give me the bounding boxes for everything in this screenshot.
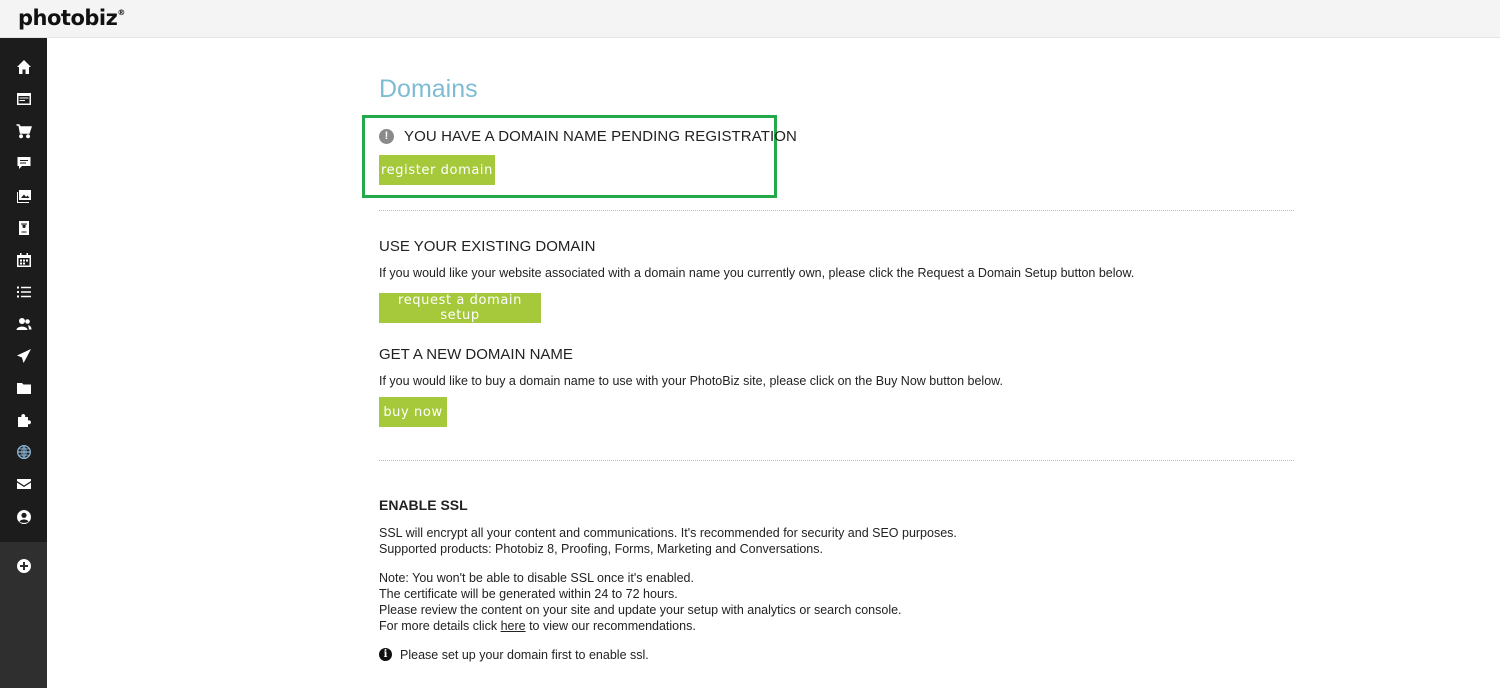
chat-icon[interactable] bbox=[14, 153, 34, 173]
page-title: Domains bbox=[379, 75, 478, 103]
puzzle-icon[interactable] bbox=[14, 410, 34, 430]
warning-icon: ! bbox=[379, 129, 394, 144]
divider bbox=[379, 210, 1294, 211]
new-domain-heading: GET A NEW DOMAIN NAME bbox=[379, 346, 573, 363]
recommendations-link[interactable]: here bbox=[501, 619, 526, 633]
pending-registration-message: YOU HAVE A DOMAIN NAME PENDING REGISTRAT… bbox=[404, 128, 797, 145]
mail-icon[interactable] bbox=[14, 474, 34, 494]
sidebar bbox=[0, 38, 47, 688]
info-icon: i bbox=[379, 648, 392, 661]
add-icon[interactable] bbox=[14, 556, 34, 576]
register-domain-button[interactable]: register domain bbox=[379, 155, 495, 185]
ssl-info-message: Please set up your domain first to enabl… bbox=[400, 648, 649, 662]
ssl-note-2: The certificate will be generated within… bbox=[379, 587, 678, 601]
contacts-icon[interactable] bbox=[14, 314, 34, 334]
ssl-line-1: SSL will encrypt all your content and co… bbox=[379, 526, 957, 540]
website-icon[interactable] bbox=[14, 89, 34, 109]
home-icon[interactable] bbox=[14, 57, 34, 77]
globe-icon[interactable] bbox=[14, 442, 34, 462]
divider bbox=[379, 460, 1294, 461]
folder-icon[interactable] bbox=[14, 378, 34, 398]
photobiz-logo[interactable]: photobiz® bbox=[18, 6, 125, 30]
sidebar-bottom-section bbox=[0, 542, 47, 688]
send-icon[interactable] bbox=[14, 346, 34, 366]
top-bar: photobiz® bbox=[0, 0, 1500, 38]
ssl-heading: ENABLE SSL bbox=[379, 497, 468, 513]
proofing-icon[interactable] bbox=[14, 218, 34, 238]
list-icon[interactable] bbox=[14, 282, 34, 302]
ssl-description: SSL will encrypt all your content and co… bbox=[379, 525, 957, 557]
ssl-line-2: Supported products: Photobiz 8, Proofing… bbox=[379, 542, 823, 556]
cart-icon[interactable] bbox=[14, 121, 34, 141]
ssl-note-4: For more details click here to view our … bbox=[379, 619, 696, 633]
buy-now-button[interactable]: buy now bbox=[379, 397, 447, 427]
new-domain-text: If you would like to buy a domain name t… bbox=[379, 374, 1003, 388]
gallery-icon[interactable] bbox=[14, 186, 34, 206]
request-domain-setup-button[interactable]: request a domain setup bbox=[379, 293, 541, 323]
account-icon[interactable] bbox=[14, 507, 34, 527]
ssl-note-3: Please review the content on your site a… bbox=[379, 603, 902, 617]
existing-domain-text: If you would like your website associate… bbox=[379, 266, 1135, 280]
ssl-note-1: Note: You won't be able to disable SSL o… bbox=[379, 571, 694, 585]
ssl-notes: Note: You won't be able to disable SSL o… bbox=[379, 570, 902, 634]
existing-domain-heading: USE YOUR EXISTING DOMAIN bbox=[379, 238, 596, 255]
calendar-icon[interactable] bbox=[14, 250, 34, 270]
